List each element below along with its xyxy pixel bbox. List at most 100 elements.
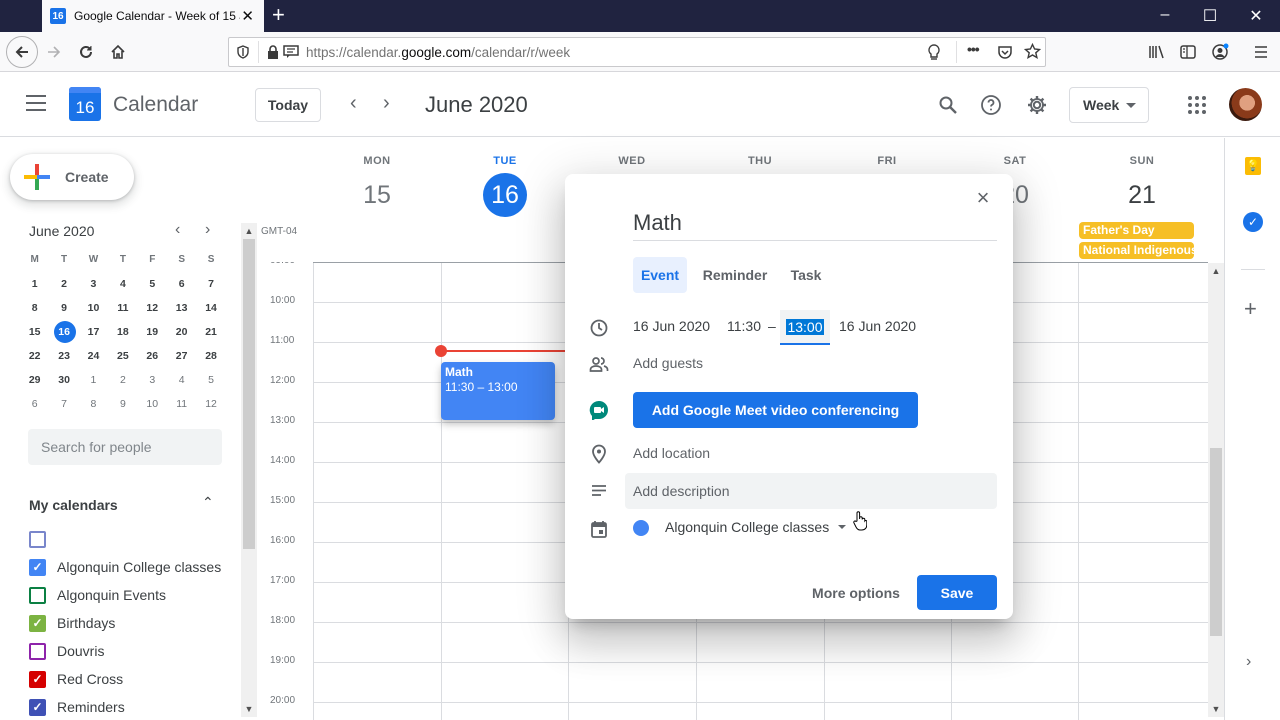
next-week-button[interactable]: › [383,93,390,113]
hamburger-menu-icon[interactable] [1249,40,1273,64]
library-icon[interactable] [1145,40,1169,64]
tasks-check-icon[interactable]: ✓ [1243,212,1263,232]
mini-calendar-day[interactable]: 10 [138,392,167,416]
keep-lightbulb-icon[interactable]: 💡 [1245,157,1261,175]
maximize-window-button[interactable]: ☐ [1200,6,1220,26]
mini-calendar-day[interactable]: 7 [49,392,78,416]
mini-calendar-day[interactable]: 13 [167,296,196,320]
mini-calendar-day[interactable]: 8 [79,392,108,416]
mini-calendar-day[interactable]: 9 [49,296,78,320]
back-button[interactable] [6,36,38,68]
mini-calendar-day[interactable]: 15 [20,320,49,344]
grid-scrollbar-thumb[interactable] [1210,448,1222,636]
mini-calendar-day[interactable]: 6 [167,272,196,296]
grid-scrollbar[interactable]: ▲ ▼ [1208,263,1224,717]
calendar-list-item[interactable]: ✓ Algonquin College classes [29,553,221,581]
bookmark-star-icon[interactable] [1023,42,1042,63]
mini-calendar-day[interactable]: 30 [49,368,78,392]
end-date[interactable]: 16 Jun 2020 [839,318,916,334]
pocket-icon[interactable] [997,44,1013,63]
mini-calendar-day[interactable]: 26 [138,344,167,368]
more-actions-icon[interactable]: ••• [967,41,980,57]
calendar-list-item[interactable]: ✓ Birthdays [29,609,115,637]
help-button[interactable] [977,91,1005,119]
mini-calendar-day[interactable]: 4 [167,368,196,392]
start-time[interactable]: 11:30 [727,318,761,334]
tab-event[interactable]: Event [633,257,687,293]
calendar-checkbox[interactable]: ✓ [29,670,46,688]
mini-calendar-day[interactable]: 8 [20,296,49,320]
shield-icon[interactable] [236,45,250,59]
calendar-logo[interactable]: 16 [69,87,101,121]
create-button[interactable]: Create [10,154,134,200]
mini-calendar-day[interactable]: 11 [108,296,137,320]
google-apps-icon[interactable] [1188,96,1206,114]
view-selector[interactable]: Week [1069,87,1149,123]
day-number[interactable]: 16 [483,173,527,217]
new-tab-button[interactable]: + [272,4,285,26]
minimize-window-button[interactable]: – [1155,6,1175,24]
add-description-field[interactable]: Add description [625,473,997,509]
mini-calendar-day[interactable]: 4 [108,272,137,296]
add-google-meet-button[interactable]: Add Google Meet video conferencing [633,392,918,428]
mini-calendar-day[interactable]: 18 [108,320,137,344]
calendar-checkbox[interactable]: ✓ [29,614,46,632]
more-options-button[interactable]: More options [806,576,906,610]
mini-calendar-day[interactable]: 3 [79,272,108,296]
reload-button[interactable] [74,40,98,64]
app-name[interactable]: Calendar [113,93,198,117]
mini-calendar-day[interactable]: 12 [196,392,225,416]
mini-calendar-day[interactable]: 6 [20,392,49,416]
mini-calendar-day[interactable]: 27 [167,344,196,368]
mini-calendar-day[interactable]: 10 [79,296,108,320]
mini-calendar-day[interactable]: 9 [108,392,137,416]
browser-tab[interactable]: 16 Google Calendar - Week of 15 J ✕ [42,0,264,32]
tab-close-icon[interactable]: ✕ [241,7,254,25]
add-location-field[interactable]: Add location [633,445,710,461]
start-date[interactable]: 16 Jun 2020 [633,318,710,334]
all-day-event[interactable]: National Indigenous [1079,242,1194,259]
lightbulb-icon[interactable] [927,44,941,65]
calendar-checkbox[interactable] [29,586,46,604]
mini-calendar-day[interactable]: 14 [196,296,225,320]
event-chip[interactable]: Math 11:30 – 13:00 [441,362,555,420]
mini-calendar-day[interactable]: 25 [108,344,137,368]
save-button[interactable]: Save [917,575,997,610]
event-title-input[interactable] [633,206,997,241]
mini-calendar-day[interactable]: 11 [167,392,196,416]
calendar-list-item[interactable] [29,525,57,553]
user-avatar[interactable] [1229,88,1262,121]
calendar-list-item[interactable]: ✓ Red Cross [29,665,123,693]
calendar-checkbox[interactable] [29,642,46,660]
tab-task[interactable]: Task [783,257,829,293]
mini-calendar-day[interactable]: 29 [20,368,49,392]
end-time-input[interactable]: 13:00 [780,310,830,345]
today-button[interactable]: Today [255,88,321,122]
permissions-icon[interactable] [283,45,299,59]
forward-button[interactable] [42,40,66,64]
settings-button[interactable] [1023,91,1051,119]
my-calendars-title[interactable]: My calendars [29,497,118,513]
close-window-button[interactable]: ✕ [1246,6,1266,26]
mini-calendar-day[interactable]: 1 [20,272,49,296]
day-number[interactable]: 21 [1120,173,1164,217]
day-number[interactable]: 15 [355,173,399,217]
home-button[interactable] [106,40,130,64]
mini-calendar-next-button[interactable]: › [205,221,210,239]
scroll-down-arrow-icon[interactable]: ▼ [1208,701,1224,717]
mini-calendar-day[interactable]: 21 [196,320,225,344]
previous-week-button[interactable]: ‹ [350,93,357,113]
calendar-list-item[interactable]: ✓ Reminders [29,693,125,720]
main-menu-icon[interactable] [26,95,46,111]
calendar-list-item[interactable]: Algonquin Events [29,581,166,609]
sidebar-scrollbar-thumb[interactable] [243,239,255,549]
mini-calendar-day[interactable]: 17 [79,320,108,344]
search-button[interactable] [934,91,962,119]
mini-calendar-day[interactable]: 23 [49,344,78,368]
mini-calendar-day[interactable]: 22 [20,344,49,368]
url-text[interactable]: https://calendar.google.com/calendar/r/w… [306,45,570,60]
mini-calendar-day[interactable]: 24 [79,344,108,368]
account-icon[interactable] [1208,40,1232,64]
mini-calendar-day[interactable]: 1 [79,368,108,392]
calendar-selector[interactable]: Algonquin College classes [665,519,847,535]
